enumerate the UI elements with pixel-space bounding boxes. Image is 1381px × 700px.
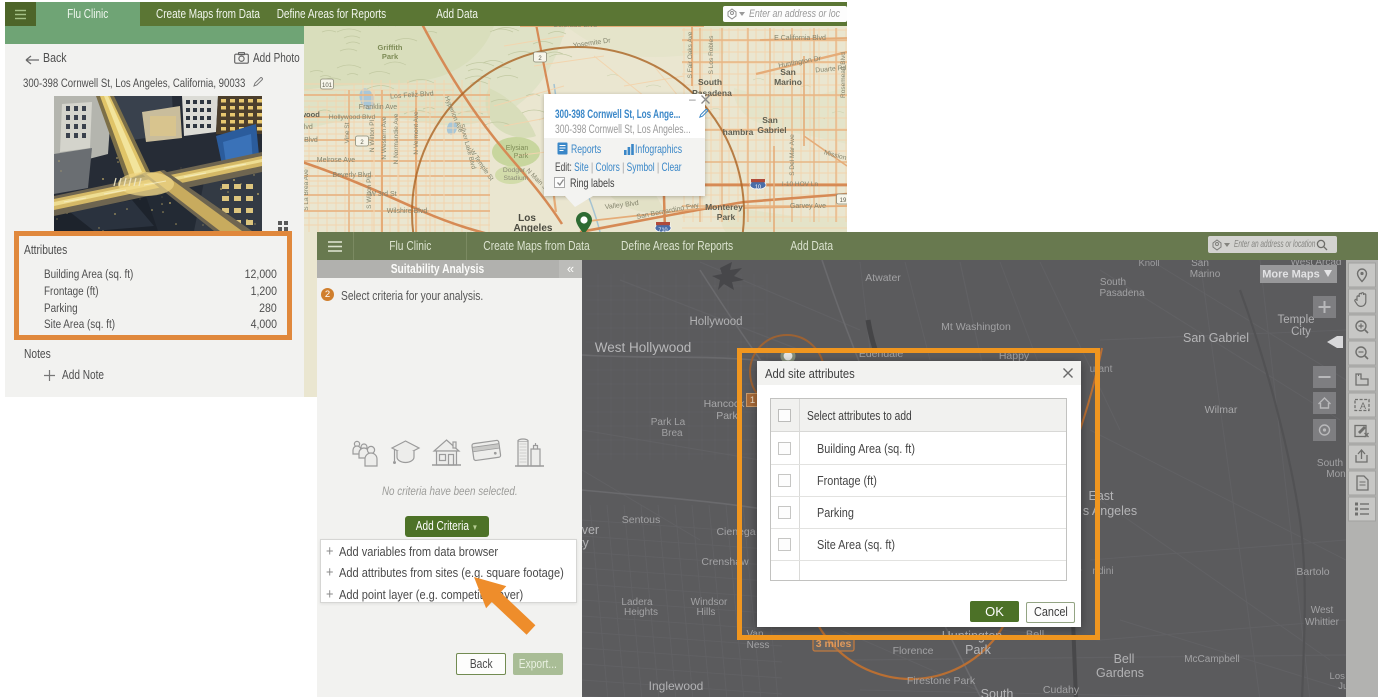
svg-text:101: 101 [322,83,333,89]
svg-text:A: A [1360,401,1366,411]
svg-text:More Maps: More Maps [1262,269,1319,281]
svg-text:19: 19 [840,198,847,204]
svg-text:Marino: Marino [774,77,802,87]
svg-text:Hollywood: Hollywood [689,316,742,328]
svg-text:Franklin Ave: Franklin Ave [359,104,397,111]
svg-text:Park: Park [717,212,736,222]
svg-text:Heights: Heights [624,607,658,618]
svg-text:S Los Robles: S Los Robles [708,35,715,74]
svg-text:N Vermont Ave: N Vermont Ave [413,111,420,155]
svg-text:Hills: Hills [697,607,716,618]
svg-text:San: San [1191,260,1209,269]
svg-text:Mt Washington: Mt Washington [941,321,1011,333]
svg-text:Colorado Blvd: Colorado Blvd [553,26,597,29]
svg-text:Mon: Mon [1326,469,1345,480]
svg-text:Melrose Ave: Melrose Ave [317,157,355,164]
svg-text:San Gabriel: San Gabriel [1183,331,1249,345]
svg-text:N Western Ave: N Western Ave [381,116,388,159]
svg-text:Marino: Marino [1190,269,1221,280]
svg-text:Bell: Bell [1114,652,1135,666]
svg-text:S Wilton Pl: S Wilton Pl [366,177,373,209]
svg-text:Griffith: Griffith [378,43,403,52]
svg-text:Knoll: Knoll [1138,260,1159,269]
svg-text:Atwater: Atwater [865,272,901,284]
svg-text:Monterey: Monterey [705,202,743,212]
svg-text:South: South [981,687,1014,697]
svg-text:Sentous: Sentous [622,514,661,526]
svg-text:South: South [698,77,722,87]
svg-text:10: 10 [755,185,761,191]
svg-text:Rosemead Blvd: Rosemead Blvd [840,52,847,98]
svg-text:Junction: Junction [1338,681,1346,692]
svg-text:McCampbell: McCampbell [1184,654,1240,665]
svg-text:a Blvd: a Blvd [304,137,318,144]
svg-text:Temple: Temple [1277,314,1314,326]
svg-text:N Wilton Pl: N Wilton Pl [369,119,376,152]
svg-text:Stadium: Stadium [504,175,529,182]
svg-text:Cudahy: Cudahy [1043,684,1080,696]
svg-text:S La Brea Ave: S La Brea Ave [304,169,310,211]
svg-text:Park: Park [965,643,991,657]
svg-text:Inglewood: Inglewood [649,679,704,693]
svg-text:Park La: Park La [651,417,686,428]
svg-text:South: South [1317,458,1343,469]
svg-text:W 3rd St: W 3rd St [369,191,396,198]
svg-text:San: San [762,115,778,125]
svg-text:Ness: Ness [747,640,770,651]
svg-text:Blvd: Blvd [304,124,313,131]
svg-text:Bartolo: Bartolo [1296,566,1329,578]
svg-text:West Hollywood: West Hollywood [595,340,692,355]
svg-text:Park: Park [514,153,529,160]
svg-text:Wilmar: Wilmar [1205,404,1238,416]
svg-text:San: San [780,67,796,77]
svg-text:Culver: Culver [582,523,599,537]
svg-text:E California Blvd: E California Blvd [774,35,826,42]
svg-text:Gabriel: Gabriel [757,125,786,135]
svg-text:Florence: Florence [893,645,934,657]
svg-text:South: South [1100,277,1126,288]
svg-text:Vine St: Vine St [344,122,351,143]
svg-text:Firestone Park: Firestone Park [907,675,976,687]
svg-text:West: West [1311,605,1334,616]
svg-text:Brea: Brea [661,428,683,439]
svg-text:wood: wood [304,110,320,119]
svg-text:Park: Park [382,52,399,61]
svg-text:I-10 HOV Ln: I-10 HOV Ln [782,181,819,188]
svg-text:Whittier: Whittier [1305,617,1340,628]
svg-text:S Del Mar Ave: S Del Mar Ave [789,134,796,176]
svg-text:N Normandie Ave: N Normandie Ave [393,113,400,164]
svg-text:Elysian: Elysian [506,145,529,152]
svg-text:Park: Park [716,410,738,422]
svg-text:Wilshire Blvd: Wilshire Blvd [387,208,428,215]
svg-text:City: City [1291,326,1311,338]
svg-text:S Fair Oaks Ave: S Fair Oaks Ave [687,31,694,78]
svg-text:Garvey Ave: Garvey Ave [790,203,826,210]
svg-text:Gardens: Gardens [1096,666,1144,680]
svg-text:Dodger: Dodger [503,167,526,174]
svg-text:Pasadena: Pasadena [1099,288,1144,299]
